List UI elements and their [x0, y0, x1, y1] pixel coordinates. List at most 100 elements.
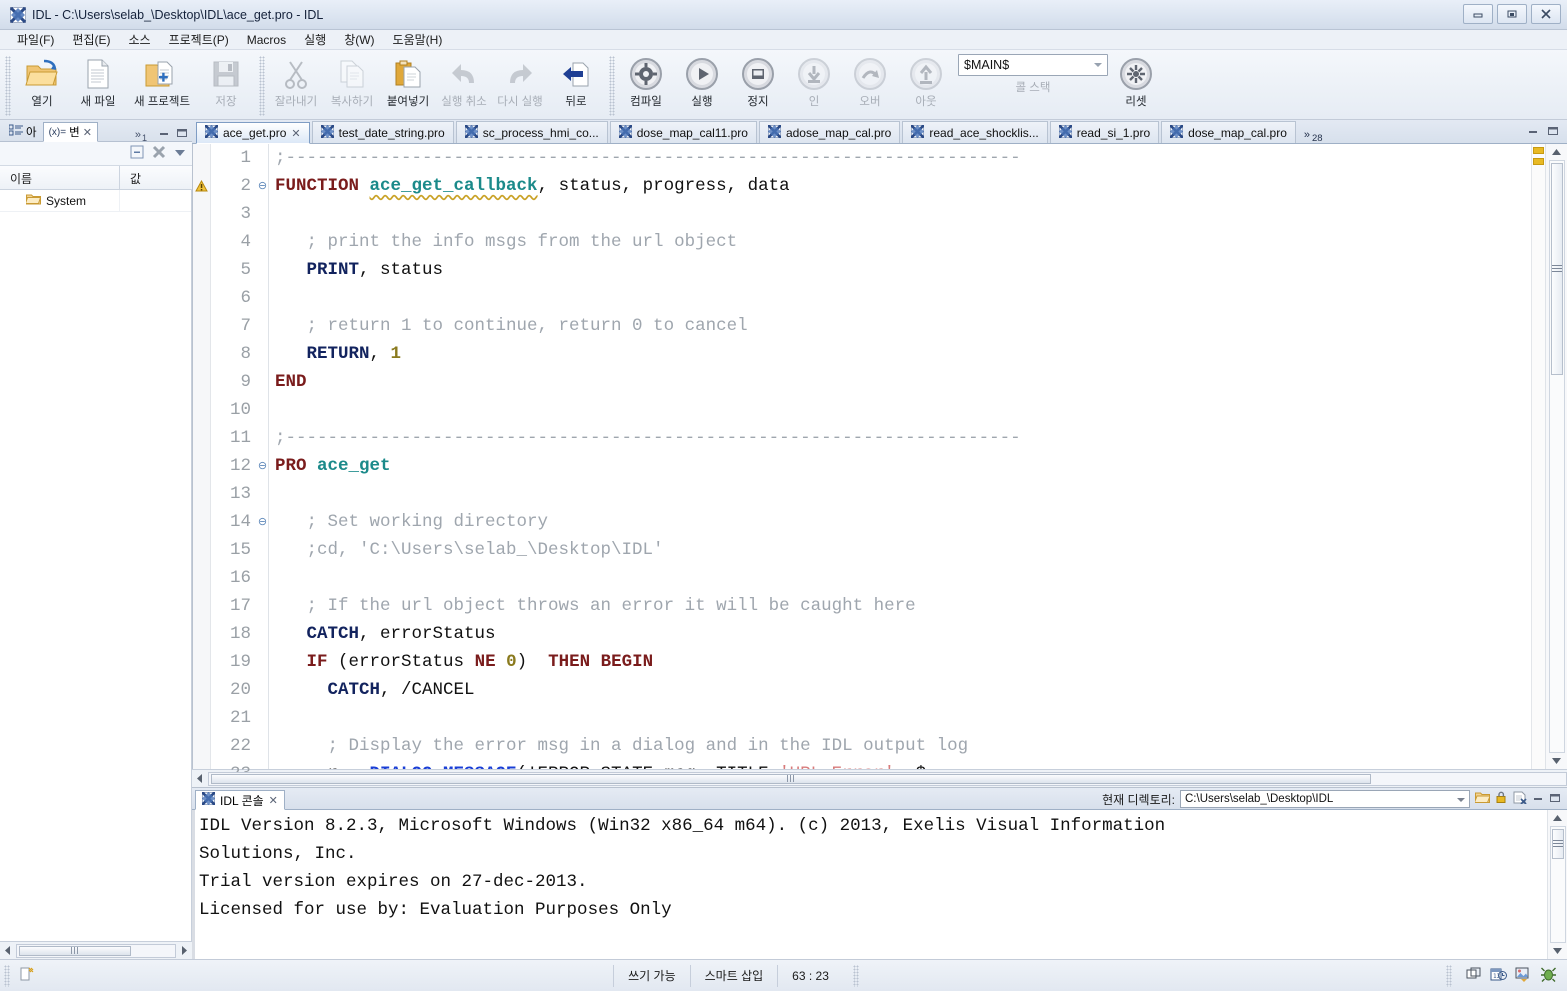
- calendar-clock-icon[interactable]: 13: [1490, 967, 1507, 985]
- clear-console-icon[interactable]: [1513, 791, 1527, 807]
- undo-button[interactable]: 실행 취소: [436, 54, 492, 109]
- new-file-button[interactable]: 새 파일: [70, 54, 126, 109]
- new-project-button[interactable]: 새 프로젝트: [126, 54, 198, 109]
- scroll-up-icon[interactable]: [1548, 810, 1567, 826]
- tile-windows-icon[interactable]: [1466, 967, 1482, 984]
- code-line[interactable]: ;---------------------------------------…: [275, 144, 1531, 172]
- back-button[interactable]: 뒤로: [548, 54, 604, 109]
- lock-icon[interactable]: [1495, 791, 1508, 807]
- code-line[interactable]: [275, 480, 1531, 508]
- redo-button[interactable]: 다시 실행: [492, 54, 548, 109]
- image-export-icon[interactable]: [1515, 967, 1532, 985]
- editor-tabs-overflow[interactable]: » 28: [1298, 129, 1331, 144]
- code-line[interactable]: [275, 284, 1531, 312]
- fold-toggle-icon[interactable]: ⊖: [257, 452, 268, 480]
- tab-outline[interactable]: 아: [3, 121, 43, 141]
- warning-marker[interactable]: [1533, 147, 1544, 154]
- current-directory-dropdown[interactable]: C:\Users\selab_\Desktop\IDL: [1180, 790, 1470, 808]
- maximize-panel-icon[interactable]: [176, 128, 188, 141]
- code-line[interactable]: RETURN, 1: [275, 340, 1531, 368]
- close-icon[interactable]: ✕: [83, 126, 92, 139]
- step-into-button[interactable]: 인: [786, 54, 842, 109]
- warning-marker[interactable]: [1533, 158, 1544, 165]
- tab-dose-map-cal-pro[interactable]: dose_map_cal.pro: [1161, 121, 1296, 143]
- fold-toggle-icon[interactable]: ⊖: [257, 172, 268, 200]
- toolbar-grip-2[interactable]: [259, 56, 265, 116]
- cut-button[interactable]: 잘라내기: [268, 54, 324, 109]
- code-line[interactable]: FUNCTION ace_get_callback, status, progr…: [275, 172, 1531, 200]
- bug-icon[interactable]: [1540, 967, 1557, 985]
- editor-code-area[interactable]: ;---------------------------------------…: [269, 144, 1531, 769]
- console-vscrollbar[interactable]: [1547, 810, 1567, 959]
- code-line[interactable]: [275, 396, 1531, 424]
- maximize-panel-icon[interactable]: [1547, 125, 1559, 139]
- tab-dose-map-cal11-pro[interactable]: dose_map_cal11.pro: [609, 121, 757, 143]
- code-line[interactable]: [275, 564, 1531, 592]
- menu-macros[interactable]: Macros: [238, 32, 295, 48]
- hscroll-track[interactable]: [208, 771, 1567, 786]
- minimize-button[interactable]: [1463, 4, 1493, 24]
- minimize-panel-icon[interactable]: [1527, 125, 1539, 139]
- editor-fold-column[interactable]: ⊖ ⊖ ⊖: [257, 144, 269, 769]
- scroll-up-icon[interactable]: [1546, 144, 1567, 160]
- minimize-panel-icon[interactable]: [158, 128, 170, 141]
- browse-folder-icon[interactable]: [1473, 791, 1491, 807]
- menu-file[interactable]: 파일(F): [8, 30, 63, 49]
- scroll-down-icon[interactable]: [1548, 943, 1567, 959]
- fold-toggle-icon[interactable]: ⊖: [257, 508, 268, 536]
- tab-sc-process-hmi[interactable]: sc_process_hmi_co...: [455, 121, 608, 143]
- toolbar-grip[interactable]: [5, 56, 11, 116]
- vscroll-track[interactable]: [1548, 160, 1565, 753]
- code-line[interactable]: ; print the info msgs from the url objec…: [275, 228, 1531, 256]
- code-line[interactable]: [275, 200, 1531, 228]
- toolbar-grip-3[interactable]: [609, 56, 615, 116]
- tab-adose-map-cal-pro[interactable]: adose_map_cal.pro: [758, 121, 901, 143]
- code-line[interactable]: ;cd, 'C:\Users\selab_\Desktop\IDL': [275, 536, 1531, 564]
- code-line[interactable]: CATCH, /CANCEL: [275, 676, 1531, 704]
- code-line[interactable]: CATCH, errorStatus: [275, 620, 1531, 648]
- code-line[interactable]: ; Display the error msg in a dialog and …: [275, 732, 1531, 760]
- menu-help[interactable]: 도움말(H): [384, 30, 452, 49]
- tab-read-si-1-pro[interactable]: read_si_1.pro: [1049, 121, 1160, 143]
- hscroll-thumb[interactable]: [211, 773, 1371, 784]
- save-button[interactable]: 저장: [198, 54, 254, 109]
- run-button[interactable]: 실행: [674, 54, 730, 109]
- tab-read-ace-shocklist[interactable]: read_ace_shocklis...: [902, 121, 1048, 143]
- maximize-button[interactable]: [1497, 4, 1527, 24]
- code-line[interactable]: ; If the url object throws an error it w…: [275, 592, 1531, 620]
- scroll-right-icon[interactable]: [176, 943, 192, 959]
- paste-button[interactable]: 붙여넣기: [380, 54, 436, 109]
- code-line[interactable]: PRINT, status: [275, 256, 1531, 284]
- code-line[interactable]: PRO ace_get: [275, 452, 1531, 480]
- editor-annotation-ruler[interactable]: [193, 144, 211, 769]
- minimize-panel-icon[interactable]: [1532, 792, 1544, 806]
- menu-source[interactable]: 소스: [119, 30, 159, 49]
- open-button[interactable]: 열기: [14, 54, 70, 109]
- scroll-down-icon[interactable]: [1546, 753, 1567, 769]
- tab-ace-get-pro[interactable]: ace_get.pro ✕: [196, 122, 310, 144]
- menu-window[interactable]: 창(W): [335, 30, 383, 49]
- console-output[interactable]: IDL Version 8.2.3, Microsoft Windows (Wi…: [192, 810, 1547, 959]
- compile-button[interactable]: 컴파일: [618, 54, 674, 109]
- step-over-button[interactable]: 오버: [842, 54, 898, 109]
- close-icon[interactable]: ✕: [269, 794, 278, 807]
- menu-edit[interactable]: 편집(E): [63, 30, 119, 49]
- code-line[interactable]: END: [275, 368, 1531, 396]
- left-panel-overflow[interactable]: » 1: [135, 128, 192, 143]
- menu-run[interactable]: 실행: [295, 30, 335, 49]
- hscroll-thumb[interactable]: [19, 945, 131, 956]
- warning-icon[interactable]: [193, 172, 210, 200]
- scroll-left-icon[interactable]: [0, 943, 16, 959]
- collapse-all-icon[interactable]: [130, 145, 144, 162]
- code-editor[interactable]: 1234567891011121314151617181920212223 ⊖⊖…: [192, 144, 1567, 784]
- code-line[interactable]: r = DIALOG_MESSAGE(!ERROR_STATE.msg, TIT…: [275, 760, 1531, 769]
- editor-vscrollbar[interactable]: [1545, 144, 1567, 769]
- code-line[interactable]: ; Set working directory: [275, 508, 1531, 536]
- vscroll-thumb[interactable]: [1550, 163, 1563, 375]
- tab-test-date-string-pro[interactable]: test_date_string.pro: [311, 121, 454, 143]
- hscroll-track[interactable]: [16, 943, 176, 958]
- callstack-dropdown[interactable]: $MAIN$: [958, 54, 1108, 76]
- menu-project[interactable]: 프로젝트(P): [160, 30, 238, 49]
- close-button[interactable]: [1531, 4, 1561, 24]
- table-row[interactable]: System: [0, 190, 191, 212]
